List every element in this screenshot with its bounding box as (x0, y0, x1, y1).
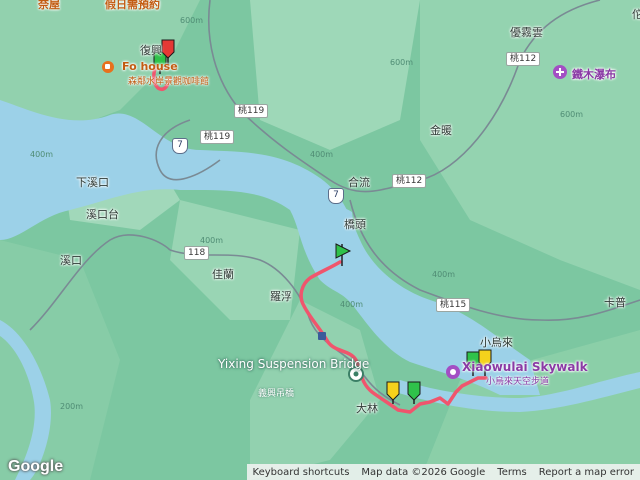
transit-icon[interactable] (318, 332, 326, 340)
contour-label: 600m (560, 110, 584, 119)
label-xiaowulai: 小烏來 (480, 336, 513, 349)
cafe-pin-icon[interactable] (102, 61, 114, 73)
label-luofu: 羅浮 (270, 290, 292, 303)
map-footer: Keyboard shortcuts Map data ©2026 Google… (246, 464, 640, 480)
contour-label: 400m (310, 150, 334, 159)
shield-hw7-b: 7 (328, 188, 344, 204)
shield-t118: 118 (184, 246, 210, 260)
label-xia-xikou: 下溪口 (76, 176, 109, 189)
keyboard-shortcuts-link[interactable]: Keyboard shortcuts (247, 467, 356, 478)
contour-label: 600m (390, 58, 414, 67)
label-top-left: 奈屋 (38, 0, 60, 11)
label-jialan: 佳蘭 (212, 268, 234, 281)
label-top-right: 佗 (632, 8, 640, 21)
skywalk-pin-icon[interactable] (446, 365, 460, 379)
label-jinnuan: 金暖 (430, 124, 452, 137)
shield-t112-mid: 桃112 (392, 174, 427, 188)
label-heliu: 合流 (348, 176, 370, 189)
contour-label: 400m (30, 150, 54, 159)
contour-label: 400m (432, 270, 456, 279)
map-data-attribution: Map data ©2026 Google (361, 466, 486, 478)
label-xikou-tai: 溪口台 (86, 208, 119, 221)
shield-t115: 桃115 (436, 298, 471, 312)
google-logo: Google (8, 458, 63, 476)
label-kapu: 卡普 (604, 296, 626, 309)
poi-forest-house[interactable]: Fo house (122, 60, 178, 73)
contour-label: 400m (340, 300, 364, 309)
terms-link[interactable]: Terms (491, 467, 532, 478)
label-fuxing: 復興 (140, 44, 162, 57)
label-skywalk-cn: 小烏來天空步道 (486, 377, 550, 387)
label-youluoyun: 優霧雲 (510, 26, 543, 39)
label-tiemu-falls[interactable]: 鐵木瀑布 (572, 66, 616, 82)
label-forest-house-cn: 森鄰水岸景觀咖啡館 (128, 77, 210, 87)
contour-label: 600m (180, 16, 204, 25)
label-xikou: 溪口 (60, 254, 82, 267)
shield-hw7-a: 7 (172, 138, 188, 154)
poi-skywalk[interactable]: Xiaowulai Skywalk (462, 360, 588, 374)
label-dalin: 大林 (356, 402, 378, 415)
contour-label: 400m (200, 236, 224, 245)
terrain-map[interactable] (0, 0, 640, 480)
label-qiaotou: 橋頭 (344, 218, 366, 231)
contour-label: 200m (60, 402, 84, 411)
google-logo-text: Google (8, 458, 64, 475)
label-yixing-bridge-cn: 義興吊橋 (258, 389, 295, 399)
falls-pin-icon[interactable] (553, 65, 567, 79)
label-yixing-bridge[interactable]: Yixing Suspension Bridge (218, 358, 369, 370)
report-error-link[interactable]: Report a map error (533, 467, 640, 478)
shield-t119-a: 桃119 (234, 104, 269, 118)
label-holiday: 假日需預約 (105, 0, 160, 11)
shield-t119-b: 桃119 (200, 130, 235, 144)
shield-t112-top: 桃112 (506, 52, 541, 66)
